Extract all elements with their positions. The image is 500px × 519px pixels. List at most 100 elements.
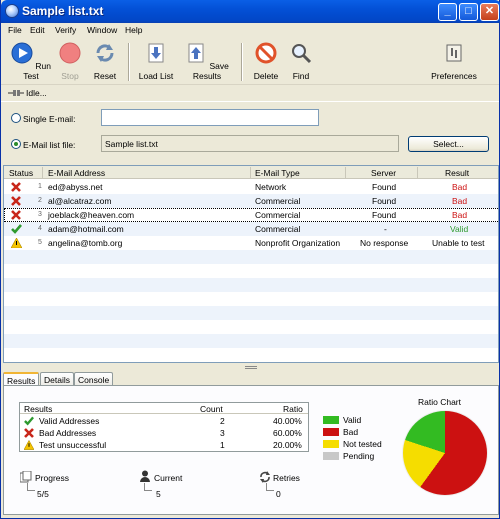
results-table: Results Count Ratio Valid Addresses 2 40… (19, 402, 309, 452)
email-list-radio[interactable] (11, 139, 21, 149)
type-cell: Commercial (255, 196, 301, 206)
results-row: Valid Addresses 2 40.00% (20, 415, 308, 427)
delete-button[interactable]: Delete (251, 42, 281, 81)
run-test-label: Run Test (23, 61, 51, 81)
legend-label: Valid (343, 415, 362, 425)
menu-edit[interactable]: Edit (30, 25, 45, 35)
run-test-button[interactable]: Run Test (11, 42, 51, 81)
save-results-label: Save Results (192, 61, 229, 81)
table-row[interactable]: 2 al@alcatraz.com Commercial Found Bad (4, 194, 498, 208)
minimize-button[interactable]: _ (438, 3, 457, 21)
menu-verify[interactable]: Verify (55, 25, 76, 35)
email-table: Status E-Mail Address E-Mail Type Server… (3, 165, 499, 363)
preferences-icon (446, 44, 462, 62)
column-result[interactable]: Result (445, 168, 469, 178)
panel-splitter[interactable] (1, 363, 499, 372)
save-results-button[interactable]: Save Results (181, 42, 233, 81)
reset-button[interactable]: Reset (89, 42, 121, 81)
x-icon (11, 182, 21, 192)
server-cell: - (384, 224, 387, 234)
x-icon (24, 428, 34, 438)
empty-row (4, 334, 498, 348)
find-button[interactable]: Find (289, 42, 313, 81)
column-email-type[interactable]: E-Mail Type (255, 168, 300, 178)
email-list-file-field[interactable]: Sample list.txt (101, 135, 399, 152)
row-number: 2 (38, 197, 42, 204)
tree-connector (266, 483, 274, 491)
preferences-button[interactable]: Preferences (429, 42, 479, 81)
column-separator[interactable] (345, 167, 346, 178)
stop-button[interactable]: Stop (57, 42, 83, 81)
retries-label: Retries (273, 473, 300, 483)
table-row[interactable]: 5 angelina@tomb.org Nonprofit Organizati… (4, 236, 498, 250)
select-button[interactable]: Select... (408, 136, 489, 152)
app-icon (5, 4, 19, 18)
server-cell: Found (372, 182, 397, 192)
row-number: 3 (38, 211, 42, 218)
email-cell: angelina@tomb.org (48, 238, 123, 248)
progress-value: 5/5 (37, 489, 49, 499)
splitter-grip[interactable] (245, 366, 257, 369)
status-text: Idle... (26, 88, 47, 98)
results-panel: Results Count Ratio Valid Addresses 2 40… (3, 385, 499, 515)
progress-label: Progress (35, 473, 70, 483)
results-col-ratio: Ratio (283, 404, 303, 414)
legend-swatch-not-tested (323, 440, 339, 448)
result-cell: Bad (452, 196, 468, 206)
email-cell: joeblack@heaven.com (48, 210, 135, 220)
results-ratio: 60.00% (273, 428, 302, 438)
stop-icon (59, 42, 81, 64)
user-icon (140, 470, 150, 482)
menu-file[interactable]: File (8, 25, 22, 35)
empty-row (4, 306, 498, 320)
tree-connector (144, 483, 152, 491)
connection-plug-icon (8, 90, 24, 96)
warning-icon (24, 440, 34, 450)
x-icon (11, 210, 21, 220)
table-row[interactable]: 3 joeblack@heaven.com Commercial Found B… (4, 208, 498, 222)
column-server[interactable]: Server (371, 168, 396, 178)
email-cell: ed@abyss.net (48, 182, 103, 192)
tree-connector (27, 483, 35, 491)
results-count: 3 (220, 428, 225, 438)
single-email-field[interactable] (101, 109, 319, 126)
server-cell: No response (360, 238, 409, 248)
result-cell: Bad (452, 182, 468, 192)
server-cell: Found (372, 210, 397, 220)
menu-window[interactable]: Window (87, 25, 117, 35)
email-cell: adam@hotmail.com (48, 224, 124, 234)
current-value: 5 (156, 489, 161, 499)
column-separator[interactable] (417, 167, 418, 178)
refresh-icon (96, 44, 114, 62)
results-row: Bad Addresses 3 60.00% (20, 427, 308, 439)
check-icon (11, 224, 22, 234)
delete-icon (255, 42, 277, 64)
window-title: Sample list.txt (22, 4, 104, 18)
check-icon (24, 416, 34, 426)
close-button[interactable]: ✕ (480, 3, 499, 21)
x-icon (11, 196, 21, 206)
column-email-address[interactable]: E-Mail Address (48, 168, 105, 178)
tab-console[interactable]: Console (74, 372, 114, 386)
table-row[interactable]: 1 ed@abyss.net Network Found Bad (4, 180, 498, 194)
warning-icon (11, 238, 22, 248)
column-separator[interactable] (42, 167, 43, 178)
preferences-label: Preferences (431, 71, 477, 81)
play-icon (11, 42, 33, 64)
menu-help[interactable]: Help (125, 25, 142, 35)
column-status[interactable]: Status (9, 168, 33, 178)
single-email-radio[interactable] (11, 113, 21, 123)
empty-row (4, 278, 498, 292)
results-col-count: Count (200, 404, 223, 414)
result-cell: Unable to test (432, 238, 485, 248)
load-list-button[interactable]: Load List (136, 42, 176, 81)
column-separator[interactable] (250, 167, 251, 178)
tab-details[interactable]: Details (40, 372, 74, 386)
maximize-button[interactable]: □ (459, 3, 478, 21)
table-row[interactable]: 4 adam@hotmail.com Commercial - Valid (4, 222, 498, 236)
download-icon (148, 43, 164, 63)
legend-label: Bad (343, 427, 359, 437)
title-bar[interactable]: Sample list.txt _ □ ✕ (1, 0, 500, 23)
input-form: Single E-mail: E-Mail list file: Sample … (1, 101, 499, 164)
progress-icon (20, 471, 32, 483)
